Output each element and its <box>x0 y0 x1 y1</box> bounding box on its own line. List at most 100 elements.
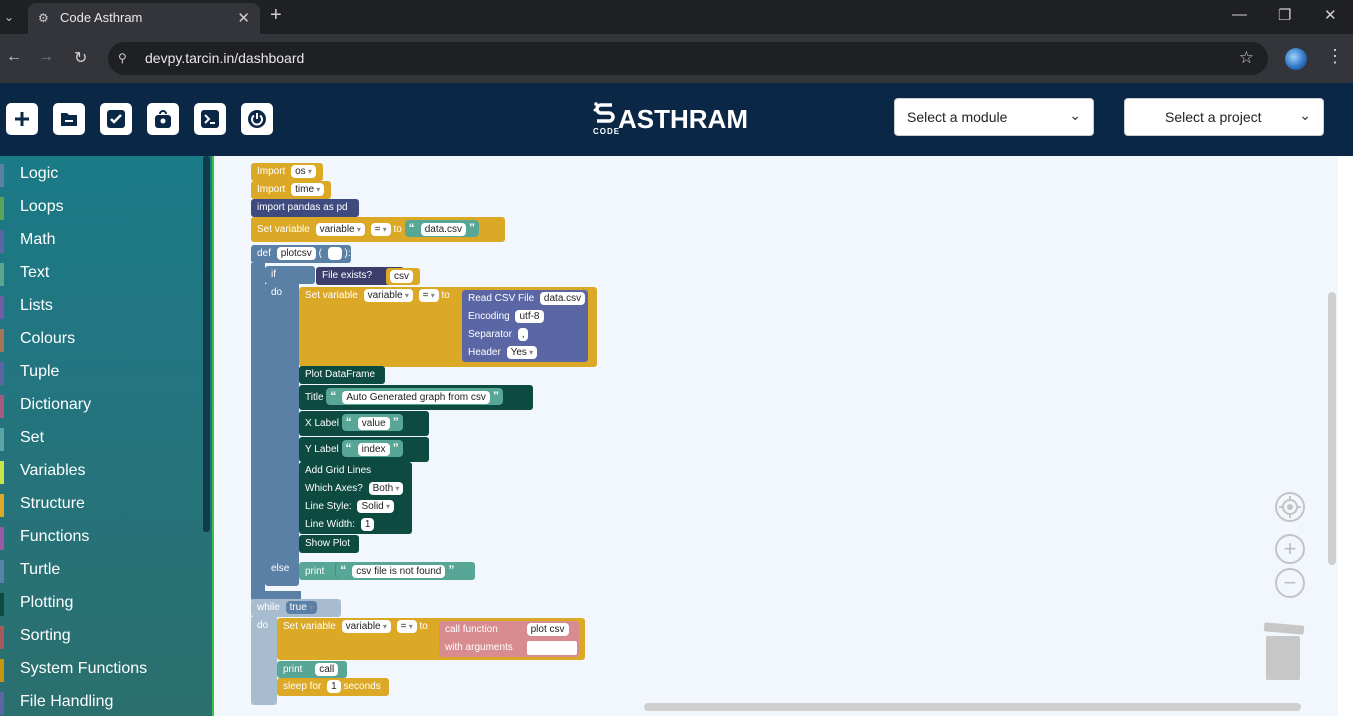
x-label-label: X Label <box>305 418 339 429</box>
print-string-field[interactable]: csv file is not found <box>352 564 446 578</box>
sidebar-item-logic[interactable]: Logic <box>0 159 200 192</box>
workspace-horizontal-scrollbar[interactable] <box>644 703 1301 711</box>
x-label-block[interactable]: X Label “ value ” <box>299 411 429 436</box>
encoding-field[interactable]: utf-8 <box>515 309 544 323</box>
forward-icon[interactable]: → <box>38 48 54 66</box>
sidebar-item-file-handling[interactable]: File Handling <box>0 687 200 716</box>
call-variable-field[interactable]: call <box>315 662 339 676</box>
operator-field[interactable]: = <box>370 222 391 236</box>
while-block[interactable]: while true <box>251 599 341 617</box>
sidebar-item-plotting[interactable]: Plotting <box>0 588 200 621</box>
import-time-field[interactable]: time <box>291 182 325 196</box>
sidebar-item-text[interactable]: Text <box>0 258 200 291</box>
module-select[interactable]: Select a module ⌄ <box>894 98 1094 136</box>
param-field[interactable] <box>327 246 342 260</box>
zoom-in-icon[interactable]: + <box>1275 534 1305 564</box>
function-name-field[interactable]: plot csv <box>526 622 569 636</box>
zoom-out-icon[interactable]: − <box>1275 568 1305 598</box>
new-tab-icon[interactable]: + <box>270 4 282 27</box>
import-pandas-block[interactable]: import pandas as pd <box>251 199 359 217</box>
sidebar-item-turtle[interactable]: Turtle <box>0 555 200 588</box>
sidebar-item-tuple[interactable]: Tuple <box>0 357 200 390</box>
string-field[interactable]: data.csv <box>420 222 466 236</box>
title-string-field[interactable]: Auto Generated graph from csv <box>342 390 490 404</box>
open-folder-button[interactable] <box>53 103 85 135</box>
check-button[interactable] <box>100 103 132 135</box>
minimize-icon[interactable]: — <box>1232 6 1247 23</box>
sleep-seconds-field[interactable]: 1 <box>327 679 341 693</box>
project-select[interactable]: Select a project ⌄ <box>1124 98 1324 136</box>
import-os-field[interactable]: os <box>291 164 316 178</box>
browser-tab[interactable]: ⚙ Code Asthram ✕ <box>28 3 260 34</box>
x-label-field[interactable]: value <box>357 416 390 430</box>
block-workspace[interactable]: def plotcsv ( ): if do else File exists?… <box>212 156 1338 716</box>
sidebar-item-set[interactable]: Set <box>0 423 200 456</box>
show-plot-block[interactable]: Show Plot <box>299 535 359 553</box>
sidebar-item-functions[interactable]: Functions <box>0 522 200 555</box>
save-bag-button[interactable] <box>147 103 179 135</box>
csv-variable-block[interactable]: csv <box>386 268 420 285</box>
operator-field[interactable]: = <box>396 619 417 633</box>
back-icon[interactable]: ← <box>6 48 22 66</box>
bookmark-star-icon[interactable]: ☆ <box>1239 48 1254 68</box>
string-block[interactable]: “ csv file is not found ” <box>335 562 459 579</box>
variable-field[interactable]: variable <box>315 222 365 236</box>
terminal-button[interactable] <box>194 103 226 135</box>
sidebar-item-lists[interactable]: Lists <box>0 291 200 324</box>
tab-close-icon[interactable]: ✕ <box>237 9 250 27</box>
restore-icon[interactable]: ❐ <box>1278 6 1291 24</box>
sidebar-item-structure[interactable]: Structure <box>0 489 200 522</box>
trash-icon[interactable] <box>1262 622 1305 682</box>
print-call-block[interactable]: print call <box>277 661 347 678</box>
site-info-icon[interactable]: ⚲ <box>118 51 132 65</box>
y-label-field[interactable]: index <box>357 442 390 456</box>
plot-dataframe-block[interactable]: Plot DataFrame <box>299 366 385 384</box>
axes-field[interactable]: Both <box>368 481 404 495</box>
tab-list-icon[interactable]: ⌄ <box>0 0 18 34</box>
while-condition-field[interactable]: true <box>285 600 318 614</box>
sidebar-item-loops[interactable]: Loops <box>0 192 200 225</box>
reload-icon[interactable]: ↻ <box>74 48 87 68</box>
power-button[interactable] <box>241 103 273 135</box>
sidebar-item-math[interactable]: Math <box>0 225 200 258</box>
header-field[interactable]: Yes <box>506 345 538 359</box>
sidebar-item-sorting[interactable]: Sorting <box>0 621 200 654</box>
sleep-block[interactable]: sleep for 1 seconds <box>277 678 389 696</box>
workspace-vertical-scrollbar[interactable] <box>1328 292 1336 565</box>
set-variable-block[interactable]: Set variable variable = to “ data.csv ” <box>251 217 505 242</box>
close-window-icon[interactable]: ✕ <box>1324 6 1337 24</box>
plot-title-block[interactable]: Title “ Auto Generated graph from csv ” <box>299 385 533 410</box>
sidebar-item-colours[interactable]: Colours <box>0 324 200 357</box>
print-block[interactable]: print “ csv file is not found ” <box>299 562 475 580</box>
string-block[interactable]: “ data.csv ” <box>404 220 480 237</box>
profile-avatar-icon[interactable] <box>1285 48 1307 70</box>
variable-field[interactable]: variable <box>341 619 391 633</box>
add-grid-lines-block[interactable]: Add Grid Lines Which Axes? Both Line Sty… <box>299 462 412 534</box>
if-block[interactable]: if <box>265 266 315 284</box>
string-block[interactable]: “ index ” <box>341 440 403 457</box>
def-open-paren: ( <box>318 248 322 259</box>
new-file-button[interactable] <box>6 103 38 135</box>
sidebar-item-variables[interactable]: Variables <box>0 456 200 489</box>
y-label-block[interactable]: Y Label “ index ” <box>299 437 429 462</box>
read-csv-block[interactable]: Read CSV File data.csv Encoding utf-8 Se… <box>462 290 588 362</box>
recenter-icon[interactable] <box>1275 492 1305 522</box>
operator-field[interactable]: = <box>418 288 439 302</box>
separator-field[interactable]: , <box>517 327 529 341</box>
def-block[interactable]: def plotcsv ( ): <box>251 245 351 263</box>
sidebar-scrollbar[interactable] <box>203 156 210 532</box>
variable-field[interactable]: variable <box>363 288 413 302</box>
sidebar-item-system-functions[interactable]: System Functions <box>0 654 200 687</box>
address-bar[interactable]: ⚲ devpy.tarcin.in/dashboard ☆ <box>108 42 1268 75</box>
import-os-block[interactable]: Import os <box>251 163 323 181</box>
function-name-field[interactable]: plotcsv <box>276 246 316 260</box>
menu-icon[interactable]: ⋮ <box>1326 46 1344 67</box>
sidebar-item-dictionary[interactable]: Dictionary <box>0 390 200 423</box>
string-block[interactable]: “ Auto Generated graph from csv ” <box>326 388 503 405</box>
line-width-field[interactable]: 1 <box>360 517 375 531</box>
arguments-slot[interactable] <box>526 640 578 656</box>
line-style-field[interactable]: Solid <box>357 499 394 513</box>
csv-file-field[interactable]: data.csv <box>539 291 586 305</box>
import-time-block[interactable]: Import time <box>251 181 331 199</box>
string-block[interactable]: “ value ” <box>341 414 403 431</box>
